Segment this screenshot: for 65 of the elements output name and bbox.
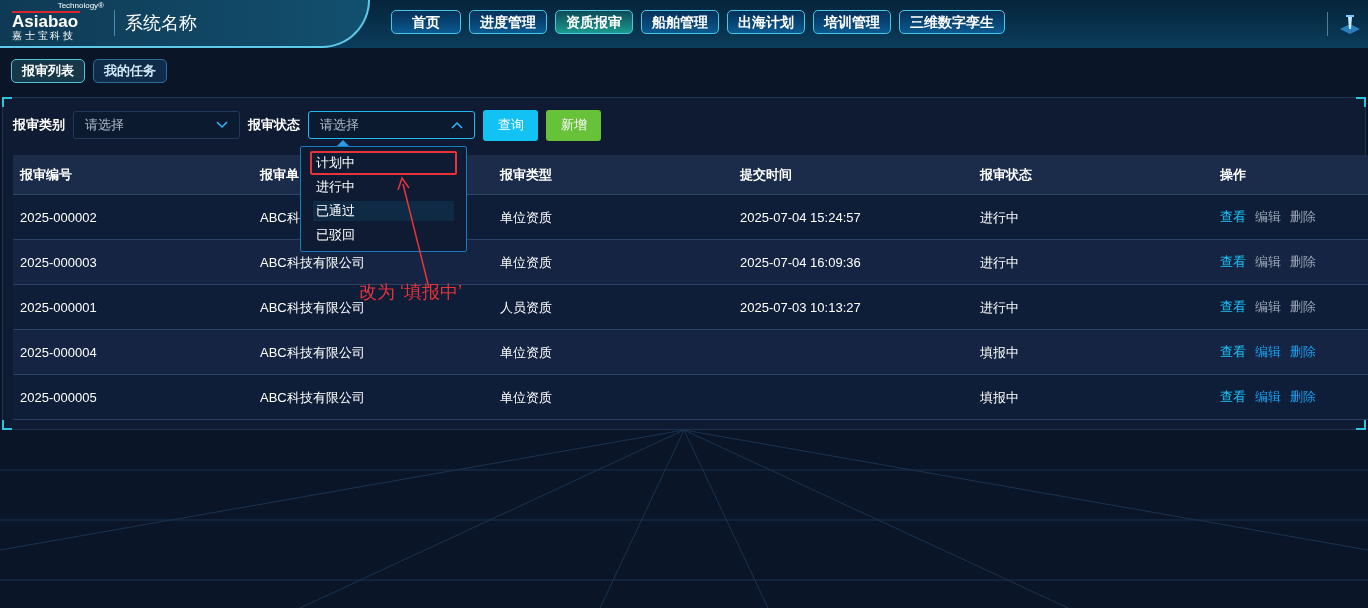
select-field[interactable]: 请选择 — [308, 111, 475, 139]
column-header: 提交时间 — [740, 167, 792, 183]
corner-bracket — [1356, 97, 1366, 107]
column-header: 报审编号 — [20, 167, 72, 183]
dropdown-option[interactable]: 已驳回 — [313, 225, 454, 245]
filter-label: 报审状态 — [248, 116, 300, 135]
table-cell: 进行中 — [980, 299, 1019, 315]
table-cell: 2025-000002 — [20, 209, 97, 225]
nav-tab[interactable]: 三维数字孪生 — [899, 10, 1005, 34]
column-header: 报审状态 — [980, 167, 1032, 183]
table-cell: ABC科 — [260, 209, 300, 225]
table-cell: 人员资质 — [500, 299, 552, 315]
system-name: 系统名称 — [125, 11, 197, 35]
action-link[interactable]: 查看 — [1220, 251, 1246, 272]
nav-tab[interactable]: 培训管理 — [813, 10, 891, 34]
nav-tab[interactable]: 船舶管理 — [641, 10, 719, 34]
filter-label: 报审类别 — [13, 116, 65, 135]
action-link[interactable]: 查看 — [1220, 296, 1246, 317]
action-link[interactable]: 删除 — [1290, 341, 1316, 362]
table-cell: 填报中 — [980, 344, 1019, 360]
table-cell: 2025-000003 — [20, 254, 97, 270]
table-cell: 单位资质 — [500, 344, 552, 360]
table-cell: ABC科技有限公司 — [260, 254, 365, 270]
action-link[interactable]: 查看 — [1220, 341, 1246, 362]
table-cell: 2025-000001 — [20, 299, 97, 315]
table-cell: 2025-000005 — [20, 389, 97, 405]
table-cell: 2025-07-04 16:09:36 — [740, 254, 861, 270]
dropdown-option[interactable]: 进行中 — [313, 177, 454, 197]
table-cell: 填报中 — [980, 389, 1019, 405]
nav-tab[interactable]: 出海计划 — [727, 10, 805, 34]
select-field[interactable]: 请选择 — [73, 111, 240, 139]
action-link[interactable]: 查看 — [1220, 386, 1246, 407]
nav-tab[interactable]: 资质报审 — [555, 10, 633, 34]
action-link[interactable]: 删除 — [1290, 386, 1316, 407]
table-cell: 单位资质 — [500, 389, 552, 405]
table-cell: ABC科技有限公司 — [260, 299, 365, 315]
column-header: 报审类型 — [500, 167, 552, 183]
corner-bracket — [2, 97, 12, 107]
table-cell: 进行中 — [980, 209, 1019, 225]
action-link[interactable]: 编辑 — [1255, 341, 1281, 362]
table-cell: 2025-07-04 15:24:57 — [740, 209, 861, 225]
subtab[interactable]: 我的任务 — [93, 59, 167, 83]
table-cell: 进行中 — [980, 254, 1019, 270]
subtab[interactable]: 报审列表 — [11, 59, 85, 83]
column-header: 报审单 — [260, 167, 299, 183]
logo-tagline: Technology® — [57, 2, 104, 10]
action-link[interactable]: 编辑 — [1255, 386, 1281, 407]
table-cell: ABC科技有限公司 — [260, 389, 365, 405]
dropdown-option[interactable]: 计划中 — [313, 153, 454, 173]
table-cell: 2025-07-03 10:13:27 — [740, 299, 861, 315]
logo-subtitle: 嘉 士 宝 科 技 — [12, 31, 75, 41]
table-cell: 单位资质 — [500, 254, 552, 270]
nav-tab[interactable]: 首页 — [391, 10, 461, 34]
table-cell: ABC科技有限公司 — [260, 344, 365, 360]
table-cell: 单位资质 — [500, 209, 552, 225]
dropdown-option[interactable]: 已通过 — [313, 201, 454, 221]
nav-tab[interactable]: 进度管理 — [469, 10, 547, 34]
table-cell: 2025-000004 — [20, 344, 97, 360]
column-header: 操作 — [1220, 167, 1246, 183]
corner-bracket — [2, 420, 12, 430]
action-link[interactable]: 查看 — [1220, 206, 1246, 227]
chevron-down-icon — [216, 121, 228, 129]
chevron-up-icon — [451, 121, 463, 129]
annotation-text: 改为 ‘填报中’ — [359, 281, 462, 302]
logo-brand: Asiabao — [12, 11, 81, 30]
